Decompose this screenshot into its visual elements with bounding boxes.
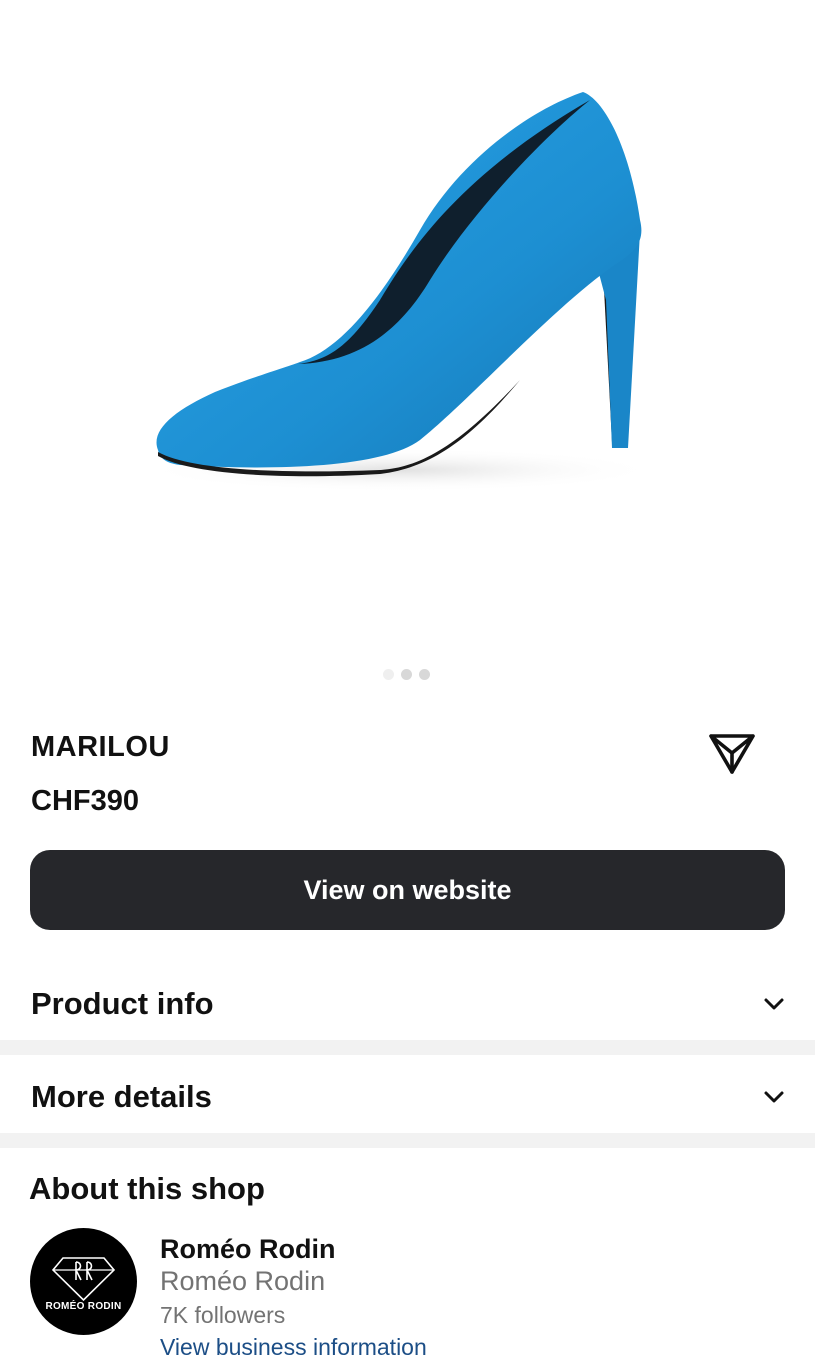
shop-avatar[interactable]: ROMÉO RODIN — [30, 1228, 137, 1335]
product-title: MARILOU — [31, 731, 170, 763]
section-divider — [0, 1133, 815, 1148]
view-business-information-link[interactable]: View business information — [160, 1334, 427, 1361]
carousel-indicator — [383, 669, 430, 680]
chevron-down-icon — [764, 1091, 784, 1103]
product-price: CHF390 — [31, 785, 139, 817]
avatar-logo-text: ROMÉO RODIN — [45, 1301, 122, 1312]
diamond-logo-icon — [51, 1257, 116, 1302]
follower-count: 7K followers — [160, 1302, 286, 1328]
shop-handle: Roméo Rodin — [160, 1266, 326, 1296]
product-image-carousel[interactable] — [0, 0, 815, 700]
about-shop-title: About this shop — [29, 1171, 265, 1206]
product-info-label: Product info — [31, 986, 214, 1021]
carousel-dot[interactable] — [383, 669, 394, 680]
section-divider — [0, 1040, 815, 1055]
carousel-dot[interactable] — [401, 669, 412, 680]
carousel-dot[interactable] — [419, 669, 430, 680]
view-on-website-button[interactable]: View on website — [30, 850, 785, 930]
paper-plane-icon — [709, 734, 755, 774]
more-details-section[interactable]: More details — [0, 1055, 815, 1135]
share-button[interactable] — [707, 731, 757, 777]
product-info-section[interactable]: Product info — [0, 962, 815, 1042]
product-image — [140, 92, 660, 492]
chevron-down-icon — [764, 998, 784, 1010]
more-details-label: More details — [31, 1079, 212, 1114]
shop-name[interactable]: Roméo Rodin — [160, 1234, 336, 1265]
